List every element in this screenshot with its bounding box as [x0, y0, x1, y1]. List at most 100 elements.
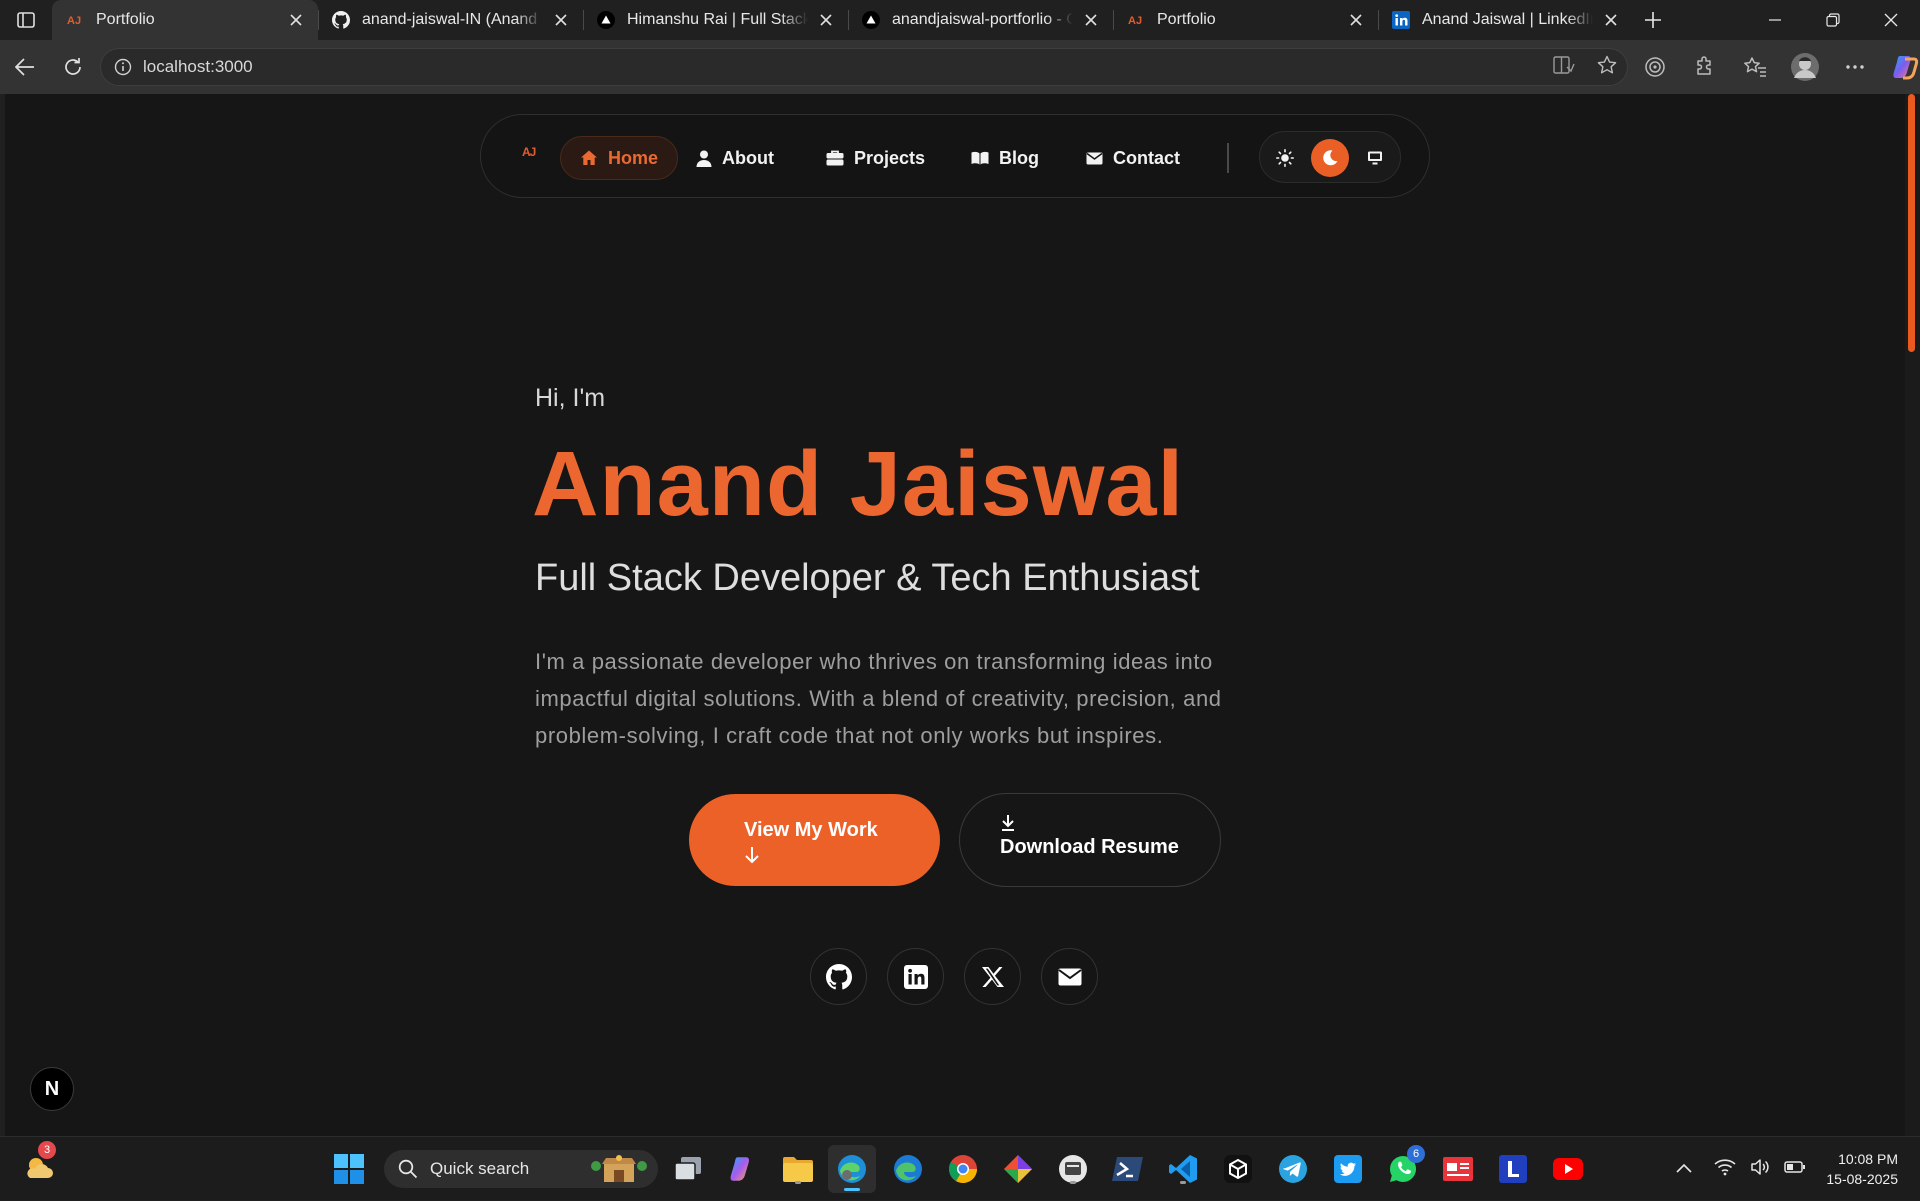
wifi-icon[interactable] [1714, 1158, 1736, 1181]
nav-blog-label: Blog [999, 147, 1039, 168]
nextjs-dev-indicator[interactable]: N [30, 1067, 74, 1111]
close-tab-icon[interactable] [286, 10, 306, 30]
tab-title: anandjaiswal-portforlio - Overview [892, 11, 1073, 28]
close-tab-icon[interactable] [1601, 10, 1621, 30]
twitter-button[interactable] [1330, 1151, 1366, 1187]
back-button[interactable] [4, 46, 46, 88]
mail-icon [1057, 968, 1082, 985]
search-icon [398, 1159, 418, 1179]
vercel-triangle-icon [862, 11, 880, 29]
tab-portfolio-active[interactable]: AJ Portfolio [52, 0, 318, 40]
taskbar-clock[interactable]: 10:08 PM 15-08-2025 [1826, 1149, 1898, 1189]
home-icon [581, 150, 597, 165]
l-app-button[interactable] [1495, 1151, 1531, 1187]
vscode-button[interactable] [1165, 1151, 1201, 1187]
nav-home[interactable]: Home [560, 136, 679, 180]
news-button[interactable] [1440, 1151, 1476, 1187]
cube-icon [1224, 1155, 1252, 1183]
linkedin-link[interactable] [887, 948, 944, 1005]
theme-light-button[interactable] [1266, 139, 1304, 177]
tab-actions-button[interactable] [0, 0, 52, 40]
nav-home-label: Home [608, 147, 659, 168]
copilot-icon [730, 1157, 749, 1181]
theme-system-button[interactable] [1356, 139, 1394, 177]
github-icon [332, 11, 350, 29]
close-tab-icon[interactable] [1346, 10, 1366, 30]
nav-projects-label: Projects [854, 147, 926, 168]
nav-projects[interactable]: Projects [826, 136, 925, 180]
volume-icon[interactable] [1750, 1158, 1770, 1181]
url-bar[interactable]: localhost:3000 [100, 48, 1628, 86]
github-link[interactable] [810, 948, 867, 1005]
favorites-icon[interactable] [1740, 52, 1770, 82]
folder-icon [783, 1157, 813, 1182]
copilot-taskbar-button[interactable] [725, 1151, 761, 1187]
new-tab-button[interactable] [1633, 0, 1673, 40]
favorite-star-icon[interactable] [1597, 55, 1617, 80]
linkedin-icon [903, 964, 928, 989]
view-my-work-button[interactable]: View My Work [689, 794, 940, 886]
taskbar-search[interactable]: Quick search [384, 1150, 658, 1188]
close-tab-icon[interactable] [551, 10, 571, 30]
tab-himanshu[interactable]: Himanshu Rai | Full Stack • Developer [583, 0, 848, 40]
running-indicator [795, 1181, 801, 1184]
extensions-icon[interactable] [1690, 52, 1720, 82]
chevron-up-icon[interactable] [1676, 1160, 1692, 1178]
close-tab-icon[interactable] [1081, 10, 1101, 30]
x-twitter-link[interactable] [964, 948, 1021, 1005]
download-resume-button[interactable]: Download Resume [959, 793, 1221, 887]
active-indicator [844, 1188, 860, 1191]
youtube-icon [1553, 1158, 1583, 1180]
restore-icon [1826, 13, 1840, 27]
tab-portfolio-2[interactable]: AJ Portfolio [1113, 0, 1378, 40]
minimize-button[interactable] [1746, 0, 1804, 40]
profile-avatar[interactable] [1790, 52, 1820, 82]
page-scrollbar[interactable] [1905, 94, 1920, 1136]
nav-contact[interactable]: Contact [1086, 136, 1180, 180]
cube-app-button[interactable] [1220, 1151, 1256, 1187]
tab-linkedin[interactable]: Anand Jaiswal | LinkedIn [1378, 0, 1633, 40]
plus-icon [1645, 12, 1661, 28]
chrome-button[interactable] [945, 1151, 981, 1187]
nav-blog[interactable]: Blog [971, 136, 1039, 180]
tracking-prevention-icon[interactable] [1640, 52, 1670, 82]
powershell-button[interactable] [1110, 1151, 1146, 1187]
monitor-icon [1368, 151, 1382, 165]
task-view-button[interactable] [670, 1151, 706, 1187]
refresh-button[interactable] [52, 46, 94, 88]
close-window-button[interactable] [1862, 0, 1920, 40]
file-explorer-button[interactable] [780, 1151, 816, 1187]
theme-switcher [1259, 131, 1401, 183]
telegram-icon [1279, 1155, 1307, 1183]
chrome-icon [949, 1155, 977, 1183]
edge-dev-button[interactable] [828, 1145, 876, 1193]
git-client-button[interactable] [1000, 1151, 1036, 1187]
telegram-button[interactable] [1275, 1151, 1311, 1187]
site-logo[interactable]: AJ [522, 145, 536, 159]
url-text[interactable]: localhost:3000 [143, 57, 253, 77]
tab-github[interactable]: anand-jaiswal-IN (Anand Jaiswal) [318, 0, 583, 40]
edge-icon [894, 1155, 922, 1183]
tab-title: Portfolio [1157, 11, 1216, 28]
nav-about[interactable]: About [696, 136, 774, 180]
whatsapp-button[interactable]: 6 [1385, 1145, 1425, 1187]
book-open-icon [971, 151, 989, 165]
minimize-icon [1769, 19, 1781, 21]
battery-icon[interactable] [1784, 1160, 1806, 1179]
app-button[interactable] [1055, 1151, 1091, 1187]
site-info-icon[interactable] [103, 58, 143, 76]
youtube-button[interactable] [1550, 1151, 1586, 1187]
more-options-icon[interactable] [1840, 52, 1870, 82]
reader-view-icon[interactable] [1553, 55, 1575, 80]
email-link[interactable] [1041, 948, 1098, 1005]
start-button[interactable] [334, 1154, 364, 1189]
restore-button[interactable] [1804, 0, 1862, 40]
edge-button[interactable] [890, 1151, 926, 1187]
powershell-icon [1112, 1157, 1143, 1181]
tab-vercel-overview[interactable]: anandjaiswal-portforlio - Overview [848, 0, 1113, 40]
copilot-icon[interactable] [1890, 52, 1920, 82]
close-tab-icon[interactable] [816, 10, 836, 30]
windows-taskbar: 3 Quick search 6 10:08 PM 15-08-2025 [0, 1136, 1920, 1200]
theme-dark-button[interactable] [1311, 139, 1349, 177]
scrollbar-thumb[interactable] [1908, 94, 1915, 352]
